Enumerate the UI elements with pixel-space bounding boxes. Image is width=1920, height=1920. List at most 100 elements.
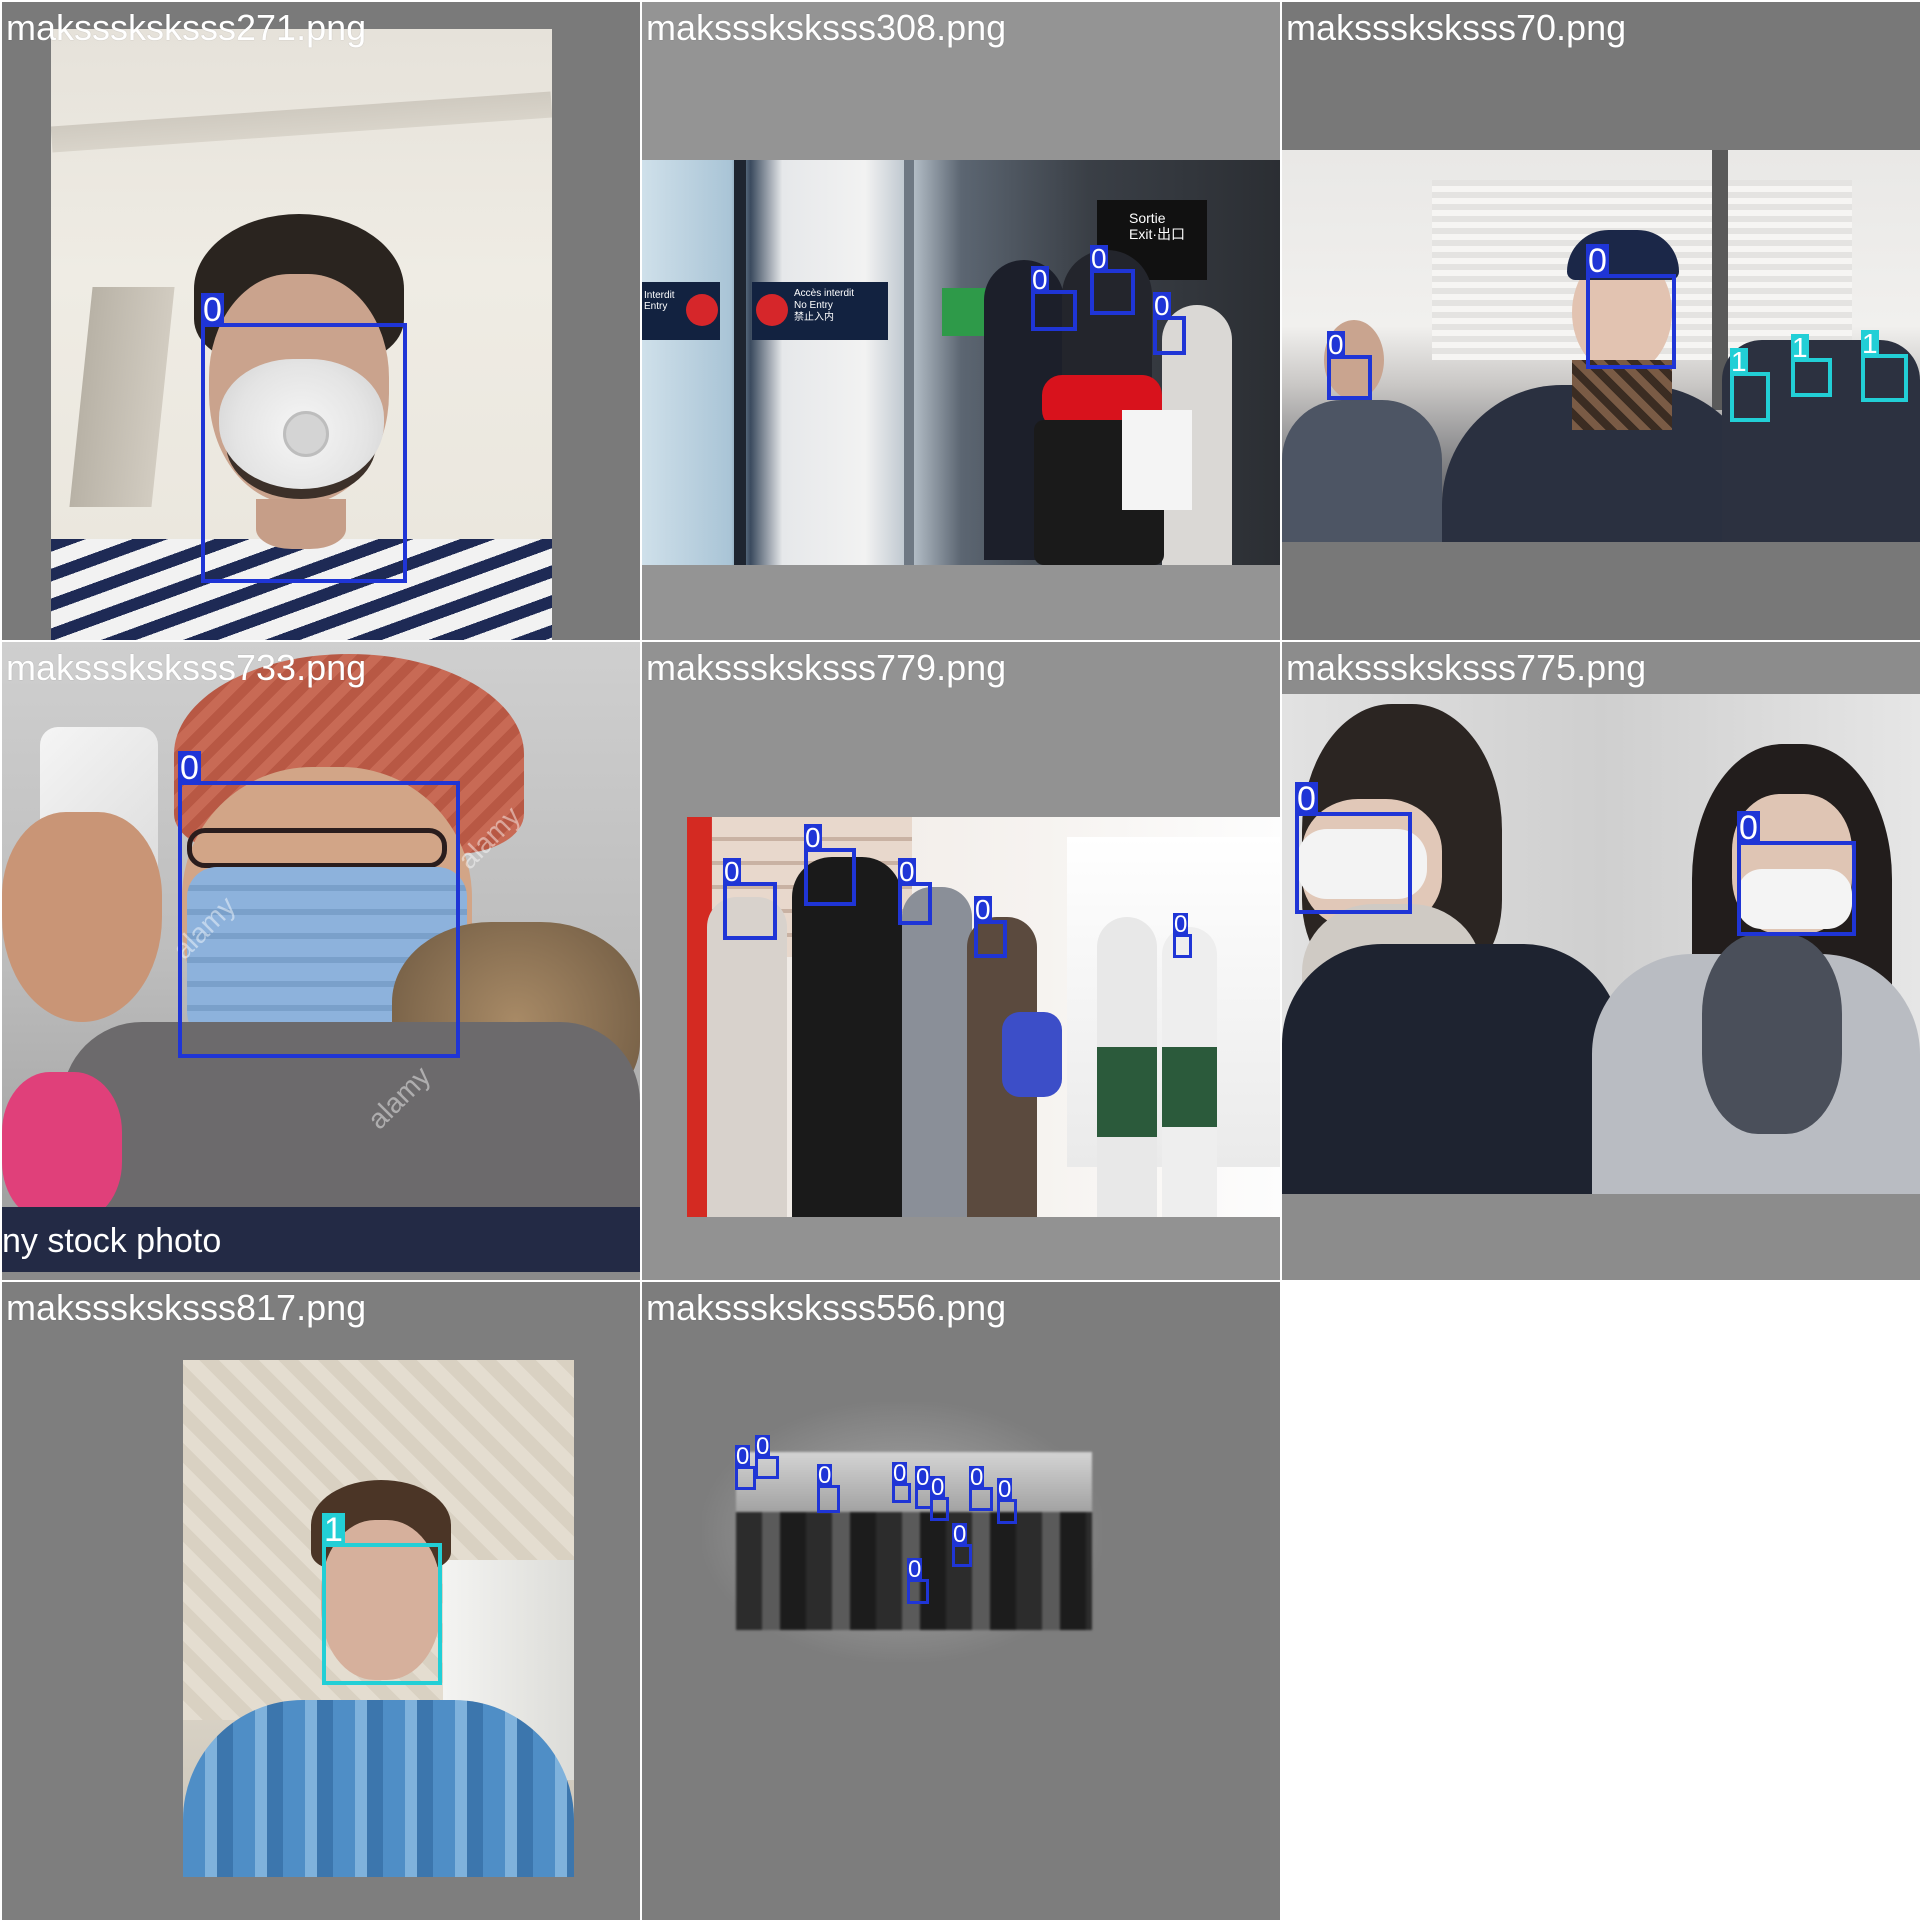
bbox-class-0: 0 <box>735 1445 756 1490</box>
bbox-class-0: 0 <box>974 896 1007 958</box>
bbox-label: 0 <box>892 1460 908 1487</box>
bbox-class-0: 0 <box>201 293 407 583</box>
bbox-class-0: 0 <box>892 1462 911 1503</box>
photo <box>687 817 1280 1217</box>
tile-maksssksksss779: maksssksksss779.png 0 0 0 0 0 <box>642 642 1280 1280</box>
bbox-label: 0 <box>1327 329 1345 360</box>
bbox-label: 1 <box>322 1511 345 1549</box>
person-6-skirt <box>1162 1047 1217 1127</box>
sign-text-right: Accès interdit No Entry 禁止入内 <box>794 288 855 323</box>
stock-banner-text: ny stock photo <box>2 1222 222 1260</box>
bbox-class-0: 0 <box>755 1435 779 1479</box>
bbox-class-0: 0 <box>997 1478 1017 1524</box>
bbox-label: 0 <box>1295 780 1318 818</box>
person-5-skirt <box>1097 1047 1157 1137</box>
tile-maksssksksss556: maksssksksss556.png 0 0 0 0 0 0 0 0 0 0 <box>642 1282 1280 1920</box>
bbox-label: 0 <box>201 291 224 329</box>
pink-glove <box>2 1072 122 1222</box>
bbox-label: 0 <box>817 1462 833 1489</box>
doorway <box>69 287 175 507</box>
no-entry-sign-right: Accès interdit No Entry 禁止入内 <box>752 282 888 340</box>
white-bag <box>1122 410 1192 510</box>
no-entry-icon <box>756 294 788 326</box>
bbox-label: 0 <box>1586 242 1609 280</box>
bbox-label: 0 <box>1090 243 1108 274</box>
person-1 <box>707 897 787 1217</box>
tile-maksssksksss817: maksssksksss817.png 1 <box>2 1282 640 1920</box>
scarf-right <box>1702 934 1842 1134</box>
bbox-class-0: 0 <box>952 1523 972 1567</box>
photo <box>1282 694 1920 1194</box>
tile-maksssksksss775: maksssksksss775.png 0 0 <box>1282 642 1920 1280</box>
bbox-label: 1 <box>1730 346 1748 377</box>
file-name: maksssksksss271.png <box>6 7 367 48</box>
bbox-label: 0 <box>1153 290 1171 321</box>
tile-maksssksksss70: maksssksksss70.png 0 0 1 1 1 <box>1282 2 1920 640</box>
stock-banner: ny stock photo <box>2 1207 640 1272</box>
file-name: maksssksksss775.png <box>1286 647 1647 688</box>
bbox-class-0: 0 <box>1090 245 1135 315</box>
bbox-label: 0 <box>969 1464 985 1491</box>
door-frame-left <box>734 160 746 565</box>
bbox-class-0: 0 <box>178 751 460 1058</box>
bbox-label: 0 <box>755 1433 771 1460</box>
tile-maksssksksss308: Interdit Entry Accès interdit No Entry 禁… <box>642 2 1280 640</box>
no-entry-icon <box>686 294 718 326</box>
file-name: maksssksksss308.png <box>646 7 1007 48</box>
person-2 <box>792 857 902 1217</box>
bbox-class-0: 0 <box>1586 244 1676 369</box>
cap <box>1567 230 1679 280</box>
bbox-class-0: 0 <box>804 824 856 906</box>
bbox-label: 0 <box>735 1443 751 1470</box>
exit-sign-text: Sortie Exit·出口 <box>1129 210 1185 242</box>
file-name: maksssksksss779.png <box>646 647 1007 688</box>
bbox-class-0: 0 <box>969 1466 993 1511</box>
bbox-class-0: 0 <box>1327 331 1372 400</box>
wall-molding <box>51 91 552 153</box>
bbox-label: 1 <box>1791 332 1809 363</box>
bbox-class-0: 0 <box>907 1558 929 1604</box>
file-name: maksssksksss70.png <box>1286 7 1627 48</box>
bbox-class-0: 0 <box>1737 811 1856 936</box>
bbox-label: 0 <box>1173 911 1189 938</box>
no-entry-sign-left: Interdit Entry <box>642 282 720 340</box>
bbox-class-1: 1 <box>322 1513 442 1685</box>
bbox-class-1: 1 <box>1730 348 1770 422</box>
bbox-label: 0 <box>898 856 916 887</box>
bbox-label: 0 <box>804 822 822 853</box>
bbox-label: 0 <box>997 1476 1013 1503</box>
bbox-label: 0 <box>930 1474 946 1501</box>
photo: Interdit Entry Accès interdit No Entry 禁… <box>642 160 1280 565</box>
door-frame-mid <box>904 160 914 565</box>
bbox-class-0: 0 <box>1295 782 1412 914</box>
hand <box>2 812 162 1022</box>
tile-maksssksksss733: alamy alamy alamy ny stock photo maksssk… <box>2 642 640 1280</box>
scarf <box>1572 360 1672 430</box>
sign-text-left: Interdit Entry <box>644 290 675 312</box>
bbox-class-0: 0 <box>1031 266 1077 331</box>
bbox-label: 0 <box>178 749 201 787</box>
bbox-class-0: 0 <box>817 1464 840 1513</box>
bbox-label: 0 <box>952 1521 968 1548</box>
bbox-label: 0 <box>974 894 992 925</box>
bbox-class-0: 0 <box>898 858 932 925</box>
file-name: maksssksksss733.png <box>6 647 367 688</box>
bbox-class-0: 0 <box>930 1476 949 1521</box>
jacket-left <box>1282 944 1622 1194</box>
bbox-label: 0 <box>907 1556 923 1583</box>
bbox-class-0: 0 <box>1173 913 1192 958</box>
bbox-class-1: 1 <box>1861 330 1908 402</box>
blue-bag <box>1002 1012 1062 1097</box>
bbox-class-1: 1 <box>1791 334 1832 397</box>
bbox-class-0: 0 <box>1153 292 1186 355</box>
tshirt <box>183 1700 574 1877</box>
bbox-label: 0 <box>1737 809 1760 847</box>
bbox-label: 0 <box>1031 264 1049 295</box>
bbox-label: 1 <box>1861 328 1879 359</box>
bbox-class-0: 0 <box>723 858 777 940</box>
tile-maksssksksss271: maksssksksss271.png 0 <box>2 2 640 640</box>
bbox-label: 0 <box>915 1464 931 1491</box>
bbox-label: 0 <box>723 856 741 887</box>
person-left <box>1282 400 1442 542</box>
person-3 <box>902 887 972 1217</box>
